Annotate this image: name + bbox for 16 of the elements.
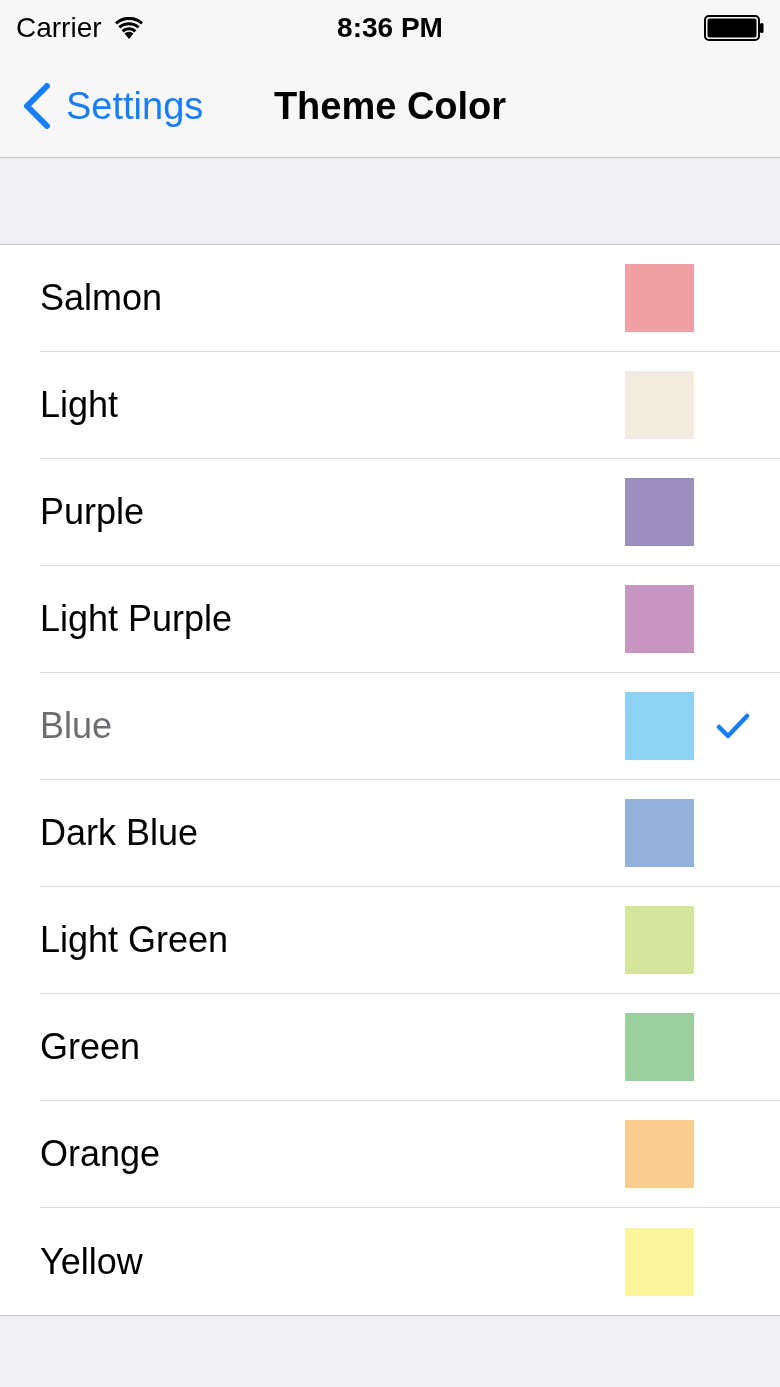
option-label[interactable]: Salmon (40, 271, 625, 325)
screen-title: Theme Color (273, 83, 507, 129)
option-label[interactable]: Yellow (40, 1234, 625, 1289)
option-label[interactable]: Purple (40, 485, 625, 539)
clock-time: 8:36 PM (337, 10, 443, 45)
option-label[interactable]: Green (40, 1020, 625, 1074)
option-label[interactable]: Light (40, 378, 625, 432)
battery-icon (704, 14, 764, 41)
wifi-icon (113, 16, 144, 39)
option-label[interactable]: Light Purple (40, 592, 625, 646)
carrier-label: Carrier (16, 10, 102, 45)
back-button[interactable]: Settings (0, 77, 204, 135)
option-label[interactable]: Light Green (40, 913, 625, 967)
option-label[interactable]: Dark Blue (40, 806, 625, 860)
option-label[interactable]: Blue (40, 699, 625, 753)
option-label[interactable]: Orange (40, 1127, 625, 1181)
